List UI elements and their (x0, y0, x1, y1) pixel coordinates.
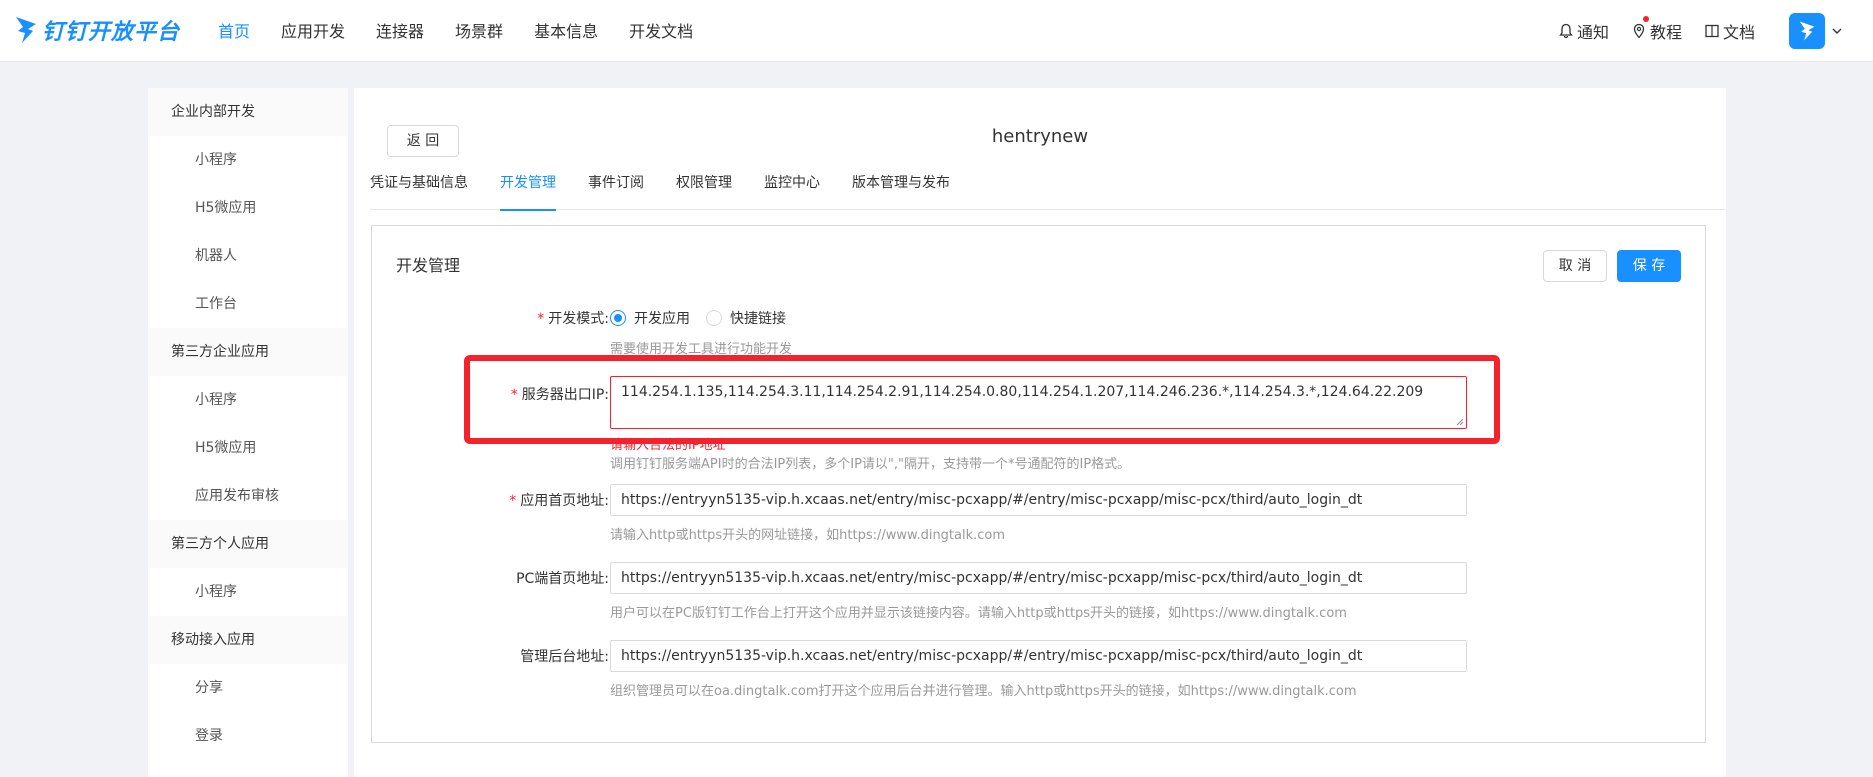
new-badge-dot (1642, 16, 1649, 22)
sidebar-group-third-party-corp: 第三方企业应用 (148, 328, 348, 376)
avatar (1789, 13, 1825, 49)
bell-icon (1559, 23, 1573, 39)
home-url-help: 请输入http或https开头的网址链接，如https://www.dingta… (610, 528, 1006, 543)
tab-bar: 凭证与基础信息 开发管理 事件订阅 权限管理 监控中心 版本管理与发布 (370, 170, 1726, 211)
tab-monitoring[interactable]: 监控中心 (764, 170, 820, 210)
top-right-actions: 通知 教程 文档 (1536, 0, 1843, 62)
home-url-label: * 应用首页地址: (509, 493, 609, 509)
radio-quick-link-label: 快捷链接 (730, 311, 786, 327)
app-name: hentrynew (991, 126, 1089, 147)
dingtalk-logo-icon (14, 15, 38, 45)
home-url-input[interactable]: https://entryyn5135-vip.h.xcaas.net/entr… (610, 484, 1467, 516)
sidebar-item-workbench[interactable]: 工作台 (148, 280, 348, 328)
dev-mode-label: * 开发模式: (537, 311, 609, 327)
cancel-button[interactable]: 取 消 (1543, 250, 1607, 282)
main-content: hentrynew 返 回 凭证与基础信息 开发管理 事件订阅 权限管理 监控中… (354, 88, 1726, 777)
tab-event-subscription[interactable]: 事件订阅 (588, 170, 644, 210)
radio-dev-app[interactable]: 开发应用 (610, 308, 690, 328)
radio-dev-app-label: 开发应用 (634, 311, 690, 327)
sidebar-group-mobile-access: 移动接入应用 (148, 616, 348, 664)
pc-url-input[interactable]: https://entryyn5135-vip.h.xcaas.net/entr… (610, 562, 1467, 594)
server-ip-textarea[interactable]: 114.254.1.135,114.254.3.11,114.254.2.91,… (610, 376, 1467, 429)
panel-title: 开发管理 (396, 256, 461, 275)
brand-name: 钉钉开放平台 (42, 20, 181, 45)
tab-permissions[interactable]: 权限管理 (676, 170, 732, 210)
top-navbar: 钉钉开放平台 首页 应用开发 连接器 场景群 基本信息 开发文档 通知 教程 文… (0, 0, 1873, 62)
radio-quick-link[interactable]: 快捷链接 (706, 308, 786, 328)
admin-url-help: 组织管理员可以在oa.dingtalk.com打开这个应用后台并进行管理。输入h… (610, 684, 1357, 699)
admin-url-input[interactable]: https://entryyn5135-vip.h.xcaas.net/entr… (610, 640, 1467, 672)
tab-version-release[interactable]: 版本管理与发布 (852, 170, 950, 210)
sidebar-group-third-party-personal: 第三方个人应用 (148, 520, 348, 568)
sidebar-item-login[interactable]: 登录 (148, 712, 348, 760)
sidebar-item-mini-program[interactable]: 小程序 (148, 136, 348, 184)
save-button[interactable]: 保 存 (1617, 250, 1681, 282)
notify-link[interactable]: 通知 (1558, 19, 1609, 43)
chevron-down-icon (1832, 28, 1842, 34)
radio-checked (610, 310, 626, 326)
tutorial-label: 教程 (1649, 23, 1682, 42)
nav-connector[interactable]: 连接器 (376, 0, 424, 62)
server-ip-help: 调用钉钉服务端API时的合法IP列表，多个IP请以","隔开，支持带一个*号通配… (610, 457, 1131, 472)
sidebar: 企业内部开发 小程序 H5微应用 机器人 工作台 第三方企业应用 小程序 H5微… (148, 88, 348, 777)
dingtalk-avatar-icon (1799, 21, 1815, 41)
sidebar-item-h5-app[interactable]: H5微应用 (148, 184, 348, 232)
notify-label: 通知 (1576, 23, 1609, 42)
tab-dev-management[interactable]: 开发管理 (500, 170, 556, 211)
sidebar-item-robot[interactable]: 机器人 (148, 232, 348, 280)
back-button[interactable]: 返 回 (387, 125, 459, 157)
pc-url-help: 用户可以在PC版钉钉工作台上打开这个应用并显示该链接内容。请输入http或htt… (610, 606, 1347, 621)
pc-url-label: PC端首页地址: (516, 571, 609, 587)
main-nav: 首页 应用开发 连接器 场景群 基本信息 开发文档 (218, 0, 724, 62)
nav-scene-group[interactable]: 场景群 (455, 0, 503, 62)
location-pin-icon (1633, 23, 1645, 39)
dev-mode-radio-group: 开发应用 快捷链接 (610, 308, 802, 328)
resize-handle-icon[interactable] (1456, 418, 1464, 426)
dev-mode-help: 需要使用开发工具进行功能开发 (610, 342, 793, 357)
sidebar-item-mini-program[interactable]: 小程序 (148, 376, 348, 424)
sidebar-item-publish-review[interactable]: 应用发布审核 (148, 472, 348, 520)
nav-dev-docs[interactable]: 开发文档 (629, 0, 693, 62)
tutorial-link[interactable]: 教程 (1631, 16, 1682, 43)
book-icon (1705, 24, 1719, 38)
user-menu[interactable] (1789, 13, 1843, 49)
admin-url-label: 管理后台地址: (520, 649, 609, 665)
tab-credentials[interactable]: 凭证与基础信息 (370, 170, 468, 210)
nav-basic-info[interactable]: 基本信息 (534, 0, 598, 62)
sidebar-item-mini-program[interactable]: 小程序 (148, 568, 348, 616)
server-ip-error: 请输入合法的IP地址 (610, 438, 726, 453)
radio-unchecked (706, 310, 722, 326)
sidebar-group-internal: 企业内部开发 (148, 88, 348, 136)
sidebar-item-share[interactable]: 分享 (148, 664, 348, 712)
docs-label: 文档 (1722, 23, 1755, 42)
brand-logo[interactable]: 钉钉开放平台 (14, 12, 180, 48)
dev-management-panel: 开发管理 取 消 保 存 * 开发模式: 开发应用 快捷链接 需要使用开发工具进行… (371, 225, 1706, 743)
server-ip-label: * 服务器出口IP: (510, 387, 609, 403)
nav-app-dev[interactable]: 应用开发 (281, 0, 345, 62)
docs-link[interactable]: 文档 (1704, 19, 1755, 43)
server-ip-value: 114.254.1.135,114.254.3.11,114.254.2.91,… (621, 384, 1424, 400)
nav-home[interactable]: 首页 (218, 0, 250, 62)
sidebar-item-h5-app[interactable]: H5微应用 (148, 424, 348, 472)
